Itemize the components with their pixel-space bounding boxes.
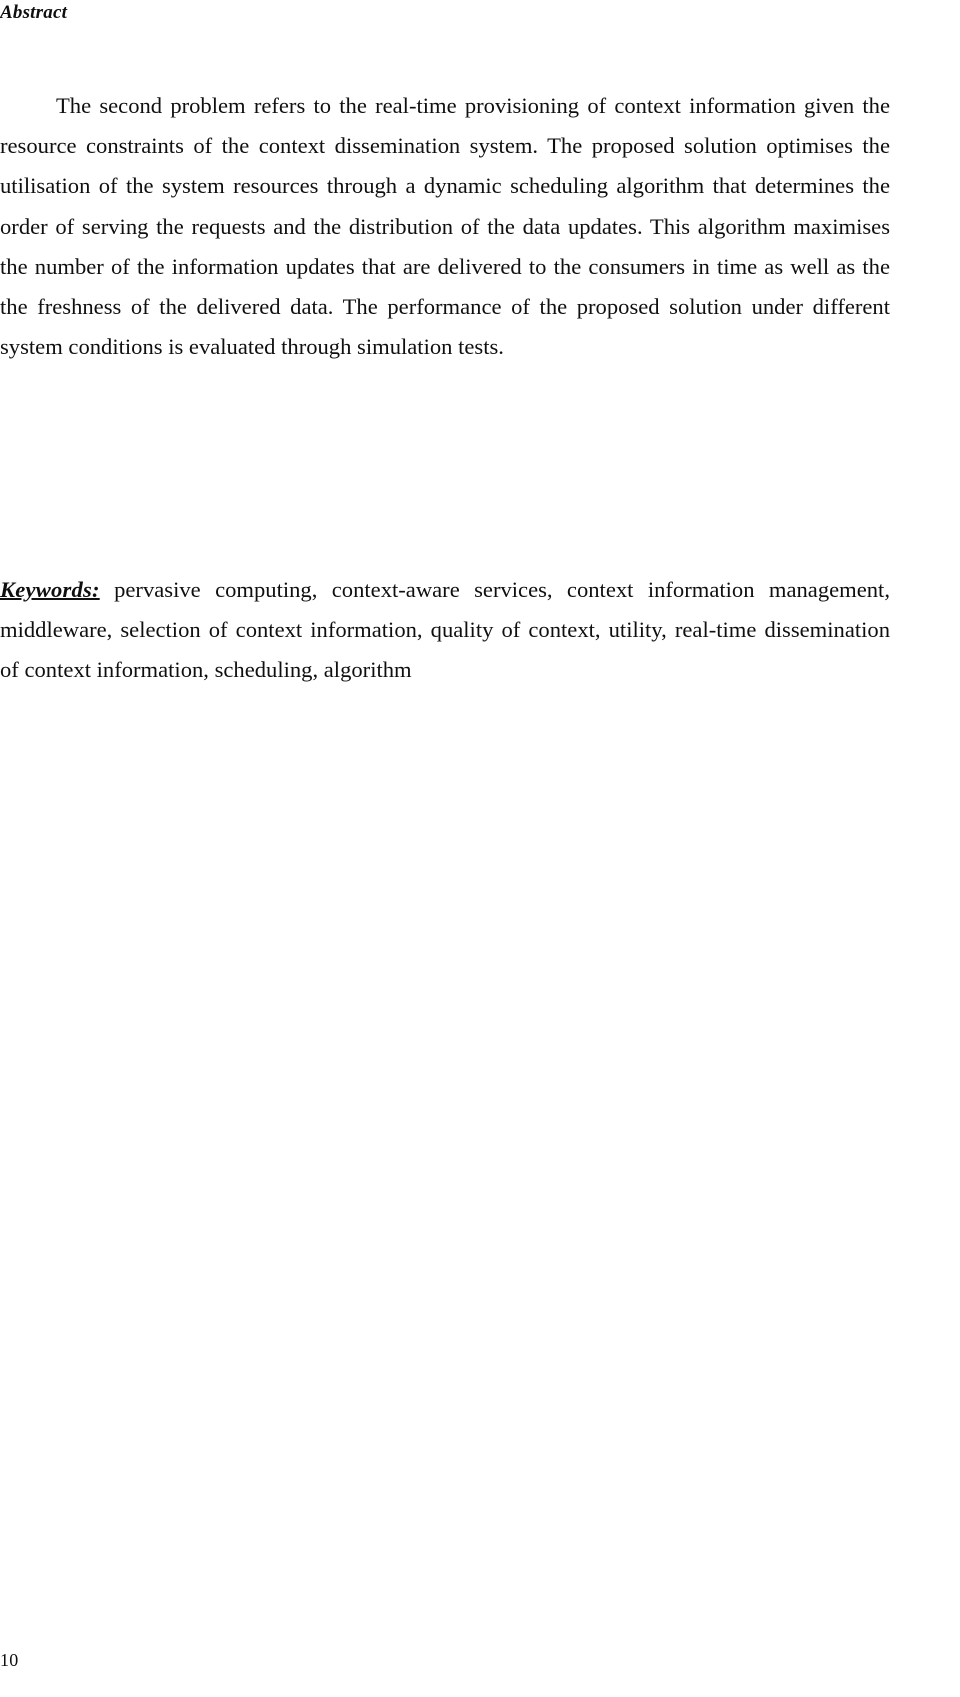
keywords-list: pervasive computing, context-aware servi…	[0, 577, 890, 683]
keywords-label: Keywords:	[0, 577, 100, 602]
keywords-paragraph: Keywords: pervasive computing, context-a…	[0, 570, 890, 691]
keywords-block: Keywords: pervasive computing, context-a…	[0, 570, 890, 691]
abstract-paragraph: The second problem refers to the real-ti…	[0, 93, 890, 360]
document-page: Abstract The second problem refers to th…	[0, 0, 960, 1697]
abstract-body: The second problem refers to the real-ti…	[0, 86, 890, 367]
page-number: 10	[0, 1650, 19, 1670]
running-header: Abstract	[0, 2, 68, 23]
